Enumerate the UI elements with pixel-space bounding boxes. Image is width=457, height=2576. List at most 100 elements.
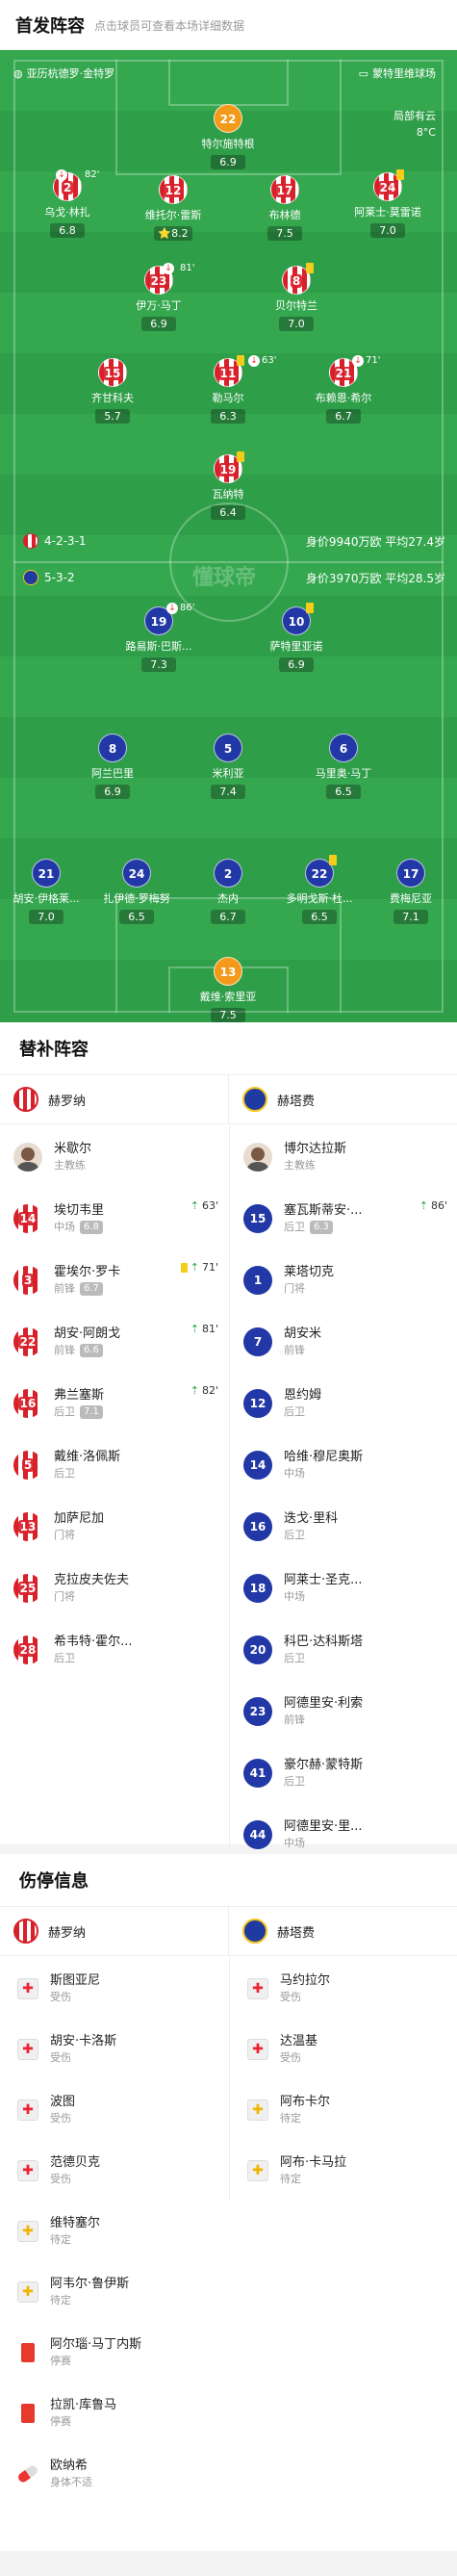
injury-row[interactable]: ✚ 达温基 受伤 — [230, 2019, 457, 2079]
sub-player-row[interactable]: 25 克拉皮夫佐夫 门将 — [0, 1558, 228, 1619]
injury-row[interactable]: ✚ 波图 受伤 — [0, 2079, 228, 2140]
player-card[interactable]: 2 杰内 6.7 — [182, 859, 274, 924]
away-team-tab[interactable]: 赫塔费 — [228, 1075, 457, 1123]
sub-player-row[interactable]: 18 阿莱士·圣克... 中场 — [230, 1558, 457, 1619]
injury-row[interactable]: ✚ 范德贝克 受伤 — [0, 2140, 228, 2201]
sub-in-icon: ⇡ — [190, 1261, 199, 1274]
player-card[interactable]: 22 特尔施特根 6.9 — [182, 104, 274, 169]
sub-player-row[interactable]: 5 戴维·洛佩斯 后卫 — [0, 1434, 228, 1496]
sub-player-row[interactable]: 16 迭戈·里科 后卫 — [230, 1496, 457, 1558]
player-card[interactable]: 17 费梅尼亚 7.1 — [365, 859, 457, 924]
watermark: 懂球帝 — [192, 566, 257, 590]
injury-status: 受伤 — [280, 2050, 301, 2064]
player-name: 莱塔切克 — [284, 1265, 335, 1279]
sub-player-row[interactable]: 28 希韦特·霍尔... 后卫 — [0, 1619, 228, 1681]
sub-player-row[interactable]: 16 弗兰塞斯 后卫 7.1 ⇡ 82' — [0, 1373, 228, 1434]
player-position: 门将 — [284, 1282, 305, 1295]
sub-player-row[interactable]: 15 塞瓦斯蒂安·... 后卫 6.3 ⇡ 86' — [230, 1188, 457, 1249]
getafe-crest-icon — [242, 1919, 267, 1944]
player-card[interactable]: 24 扎伊德·罗梅努 6.5 — [90, 859, 183, 924]
sub-event: ⇡ 71' — [180, 1261, 218, 1274]
player-name: 阿布·卡马拉 — [280, 2154, 347, 2170]
sub-out-icon: ↓ — [166, 603, 178, 614]
injury-kit-icon: ✚ — [247, 2038, 268, 2060]
doubtful-kit-icon: ✚ — [17, 2220, 38, 2242]
player-name: 希韦特·霍尔... — [54, 1635, 133, 1649]
coach-avatar — [13, 1143, 42, 1172]
injury-row[interactable]: 拉凯·库鲁马 停赛 — [0, 2383, 228, 2443]
shirt-number: 1 — [243, 1266, 272, 1295]
sub-player-row[interactable]: 14 哈维·穆尼奥斯 中场 — [230, 1434, 457, 1496]
away-team-tab[interactable]: 赫塔费 — [228, 1907, 457, 1955]
player-name: 加萨尼加 — [54, 1511, 105, 1526]
player-position: 前锋 — [54, 1344, 75, 1356]
subs-title: 替补阵容 — [19, 1040, 89, 1060]
sub-player-row[interactable]: 3 霍埃尔·罗卡 前锋 6.7 ⇡ 71' — [0, 1249, 228, 1311]
player-card[interactable]: 6 马里奥·马丁 6.5 — [297, 734, 390, 799]
sub-player-row[interactable]: 14 埃切韦里 中场 6.8 ⇡ 63' — [0, 1188, 228, 1249]
player-card[interactable]: 23 伊万·马丁 6.9 — [113, 266, 205, 331]
shirt-number: 12 — [243, 1389, 272, 1418]
shirt-number: 41 — [243, 1759, 272, 1788]
yellow-card-icon — [237, 355, 244, 366]
sub-player-row[interactable]: 12 恩约姆 后卫 — [230, 1373, 457, 1434]
injury-row[interactable]: ✚ 阿布卡尔 待定 — [230, 2079, 457, 2140]
sub-time: 82' — [85, 169, 100, 180]
sub-player-row[interactable]: 23 阿德里安·利索 前锋 — [230, 1681, 457, 1742]
star-icon: ⭐ — [158, 227, 172, 240]
sub-player-row[interactable]: 22 胡安·阿朗戈 前锋 6.6 ⇡ 81' — [0, 1311, 228, 1373]
injury-row[interactable]: ✚ 胡安·卡洛斯 受伤 — [0, 2019, 228, 2079]
sub-in-icon: ⇡ — [190, 1199, 199, 1212]
player-card[interactable]: 24 阿莱士·莫雷诺 7.0 — [342, 172, 434, 238]
player-card[interactable]: 8 阿兰巴里 6.9 — [66, 734, 159, 799]
shirt-number: 16 — [243, 1512, 272, 1541]
player-card[interactable]: 13 戴维·索里亚 7.5 — [182, 957, 274, 1022]
injury-kit-icon: ✚ — [247, 1977, 268, 1999]
player-card[interactable]: 2 乌戈·林扎 6.8 — [21, 172, 114, 238]
player-card[interactable]: 17 布林德 7.5 — [239, 175, 331, 241]
player-card[interactable]: 8 贝尔特兰 7.0 — [250, 266, 343, 331]
stadium-icon: ▭ — [358, 66, 368, 80]
home-team-tab[interactable]: 赫罗纳 — [0, 1075, 228, 1123]
sub-player-row[interactable]: 41 豪尔赫·蒙特斯 后卫 — [230, 1742, 457, 1804]
yellow-card-icon — [180, 1262, 188, 1273]
player-position: 主教练 — [54, 1159, 86, 1172]
player-card[interactable]: 21 布赖恩·希尔 6.7 — [297, 358, 390, 424]
injury-row[interactable]: 阿尔瑙·马丁内斯 停赛 — [0, 2322, 228, 2383]
injury-row[interactable]: ✚ 阿韦尔·鲁伊斯 待定 — [0, 2261, 228, 2322]
injury-row[interactable]: ✚ 阿布·卡马拉 待定 — [230, 2140, 457, 2201]
player-position: 前锋 — [54, 1282, 75, 1295]
player-card[interactable]: 5 米利亚 7.4 — [182, 734, 274, 799]
injury-status: 停赛 — [50, 2414, 71, 2428]
injury-team-row: 赫罗纳 赫塔费 — [0, 1906, 457, 1956]
injury-row[interactable]: ✚ 斯图亚尼 受伤 — [0, 1958, 228, 2019]
yellow-card-icon — [396, 169, 404, 180]
yellow-card-icon — [329, 855, 337, 865]
injury-row[interactable]: ✚ 马约拉尔 受伤 — [230, 1958, 457, 2019]
player-card[interactable]: 19 瓦纳特 6.4 — [182, 454, 274, 520]
red-card-icon — [21, 2403, 35, 2423]
player-card[interactable]: 11 勒马尔 6.3 — [182, 358, 274, 424]
sub-player-row[interactable]: 20 科巴·达科斯塔 后卫 — [230, 1619, 457, 1681]
shirt-number: 25 — [13, 1574, 42, 1603]
sub-player-row[interactable]: 13 加萨尼加 门将 — [0, 1496, 228, 1558]
sub-player-row[interactable]: 7 胡安米 前锋 — [230, 1311, 457, 1373]
player-rating: 6.8 — [80, 1220, 103, 1234]
sub-player-row[interactable]: 1 莱塔切克门将 — [230, 1249, 457, 1311]
player-card[interactable]: 22 多明戈斯·杜... 6.5 — [273, 859, 366, 924]
player-rating: 6.7 — [80, 1281, 103, 1296]
home-team-tab[interactable]: 赫罗纳 — [0, 1907, 228, 1955]
doubtful-kit-icon: ✚ — [17, 2280, 38, 2303]
coach-row[interactable]: 博尔达拉斯 主教练 — [230, 1126, 457, 1188]
player-card[interactable]: 15 齐甘科夫 5.7 — [66, 358, 159, 424]
player-card[interactable]: 12 维托尔·雷斯 ⭐8.2 — [127, 175, 219, 241]
coach-row[interactable]: 米歇尔 主教练 — [0, 1126, 228, 1188]
player-card[interactable]: 19 路易斯·巴斯... 7.3 — [113, 606, 205, 672]
player-position: 门将 — [54, 1590, 75, 1603]
player-card[interactable]: 21 胡安·伊格莱... 7.0 — [0, 859, 92, 924]
injury-row[interactable]: ✚ 维特塞尔 待定 — [0, 2201, 228, 2261]
player-card[interactable]: 10 萨特里亚诺 6.9 — [250, 606, 343, 672]
getafe-crest-icon — [242, 1087, 267, 1112]
shirt-number: 16 — [13, 1389, 42, 1418]
injury-row[interactable]: 欧纳希 身体不适 — [0, 2443, 228, 2504]
